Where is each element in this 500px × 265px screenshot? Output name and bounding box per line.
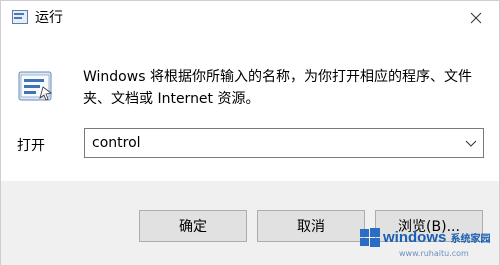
- dialog-body: Windows 将根据你所输入的名称，为你打开相应的程序、文件夹、文档或 Int…: [1, 35, 499, 181]
- open-label: 打开: [17, 138, 45, 154]
- open-input[interactable]: control: [92, 135, 141, 151]
- window-title: 运行: [35, 10, 63, 26]
- description-text: Windows 将根据你所输入的名称，为你打开相应的程序、文件夹、文档或 Int…: [83, 69, 472, 107]
- run-icon: [18, 71, 52, 101]
- watermark-url: www.ruhaitu.com: [399, 249, 469, 258]
- watermark-brand: windows 系统家园: [383, 229, 491, 246]
- close-button[interactable]: [453, 1, 499, 35]
- cancel-button[interactable]: 取消: [257, 210, 365, 242]
- close-icon: [470, 12, 482, 24]
- windows-logo-icon: [360, 228, 380, 247]
- ok-button[interactable]: 确定: [139, 210, 247, 242]
- open-combobox[interactable]: control: [84, 128, 484, 158]
- watermark: windows 系统家园 www.ruhaitu.com: [359, 223, 499, 263]
- run-icon: [12, 10, 28, 24]
- title-bar: 运行: [1, 1, 499, 35]
- chevron-down-icon[interactable]: [465, 138, 477, 148]
- run-dialog: 运行 Windows 将根据你所输入的名称，为你打开相应的程序、文件夹、文档或 …: [0, 0, 500, 265]
